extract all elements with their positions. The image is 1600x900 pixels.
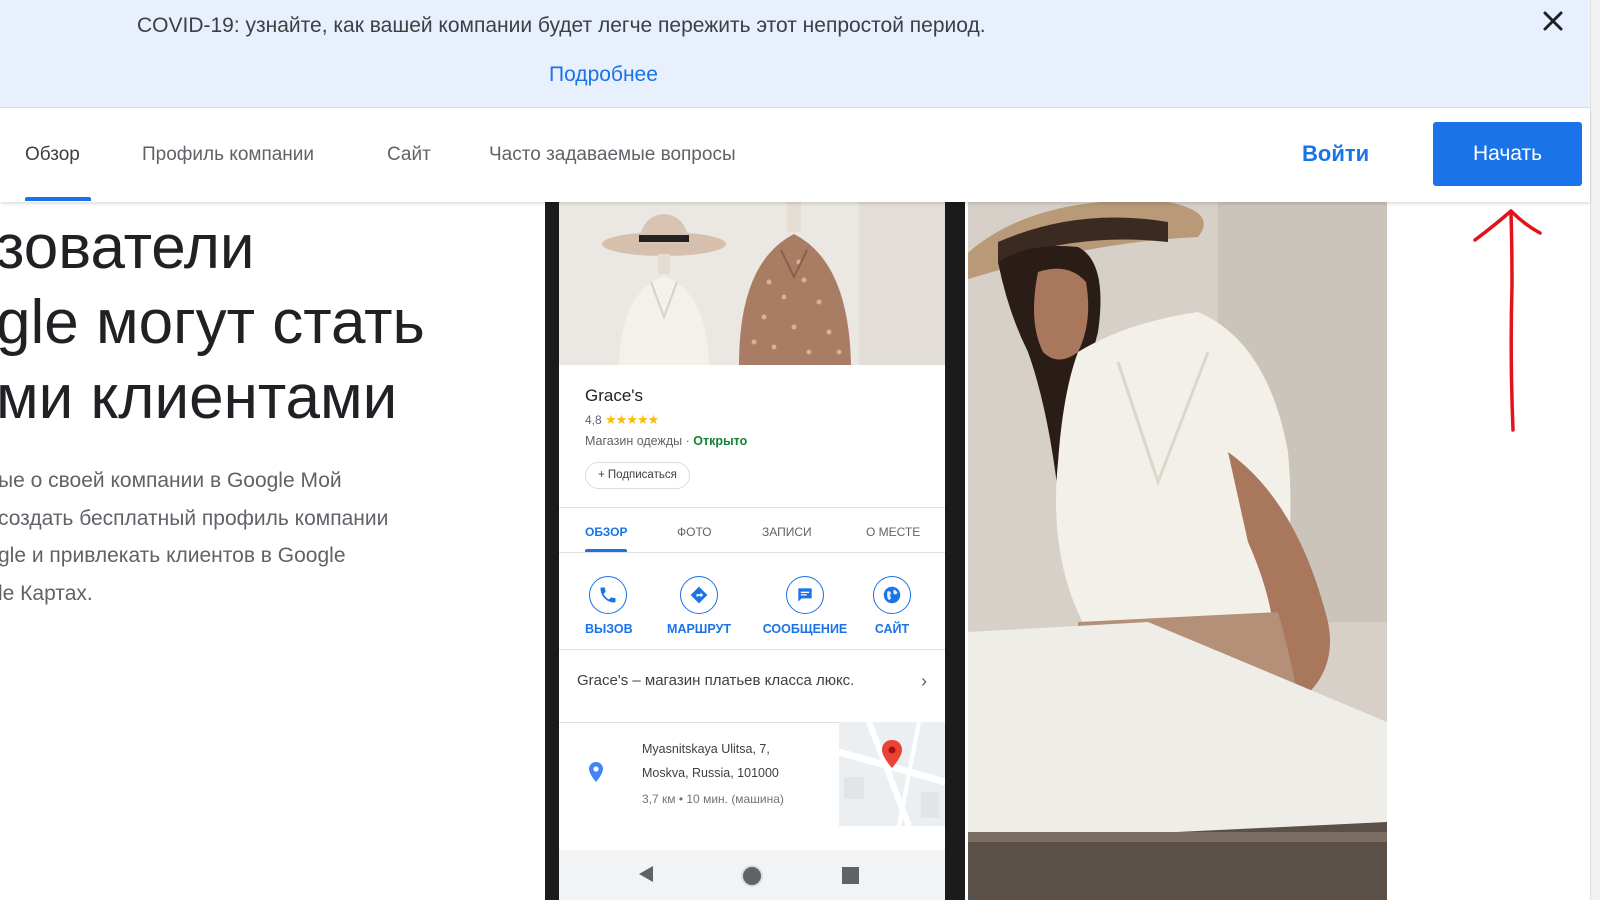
chevron-right-icon: › [921, 671, 927, 691]
description-line-1: ые о своей компании в Google Мой [0, 469, 342, 492]
headline-line-2: gle могут стать [0, 288, 425, 357]
red-arrow-annotation [1470, 205, 1550, 440]
description-line-2: создать бесплатный профиль компании [0, 506, 389, 530]
phone-tab-posts[interactable]: ЗАПИСИ [762, 525, 812, 539]
phone-tab-about[interactable]: О МЕСТЕ [866, 525, 920, 539]
directions-icon [680, 576, 718, 614]
website-action[interactable]: САЙТ [869, 576, 915, 636]
android-navigation-bar [559, 850, 945, 900]
active-tab-indicator [25, 197, 91, 201]
divider [559, 649, 945, 650]
phone-tab-overview[interactable]: ОБЗОР [585, 525, 628, 539]
message-action[interactable]: СООБЩЕНИЕ [758, 576, 852, 636]
divider [559, 552, 945, 553]
top-navigation: Обзор Профиль компании Сайт Часто задава… [0, 108, 1590, 202]
headline-line-1: зователи [0, 213, 255, 282]
message-icon [786, 576, 824, 614]
action-label: МАРШРУТ [667, 622, 731, 636]
business-category: Магазин одежды · [585, 434, 694, 448]
close-icon[interactable] [1538, 8, 1568, 38]
headline-line-3: ми клиентами [0, 363, 398, 432]
covid-banner: COVID-19: узнайте, как вашей компании бу… [0, 0, 1590, 108]
action-label: СООБЩЕНИЕ [762, 622, 848, 636]
description-line-3: gle и привлекать клиентов в Google [0, 544, 346, 567]
category-row: Магазин одежды · Открыто [585, 434, 747, 448]
home-icon[interactable] [740, 864, 764, 893]
mini-map[interactable] [839, 722, 945, 826]
globe-icon [873, 576, 911, 614]
tab-business-profile[interactable]: Профиль компании [142, 144, 314, 166]
hero-description: ые о своей компании в Google Мой создать… [0, 462, 388, 612]
back-icon[interactable] [637, 864, 655, 889]
banner-text: COVID-19: узнайте, как вашей компании бу… [137, 14, 986, 37]
rating-row: 4,8 ★★★★★ [585, 412, 659, 428]
scrollbar[interactable] [1590, 0, 1600, 900]
phone-tab-photos[interactable]: ФОТО [677, 525, 712, 539]
phone-screen: Grace's 4,8 ★★★★★ Магазин одежды · Откры… [559, 202, 945, 900]
star-rating-icon: ★★★★★ [605, 412, 659, 427]
mannequins-illustration [559, 202, 945, 365]
store-photo [559, 202, 945, 365]
tab-website[interactable]: Сайт [387, 144, 431, 166]
directions-action[interactable]: МАРШРУТ [661, 576, 737, 636]
open-status: Открыто [693, 434, 748, 448]
sign-in-link[interactable]: Войти [1302, 141, 1369, 167]
call-action[interactable]: ВЫЗОВ [585, 576, 633, 636]
hero-headline: зователи gle могут стать ми клиентами [0, 210, 425, 435]
recent-apps-icon[interactable] [842, 867, 859, 889]
distance-info: 3,7 км • 10 мин. (машина) [642, 792, 784, 806]
address-line-1: Myasnitskaya Ulitsa, 7, [642, 742, 770, 756]
description-text: Grace's – магазин платьев класса люкс. [577, 672, 855, 689]
rating-value: 4,8 [585, 413, 602, 427]
tab-faq[interactable]: Часто задаваемые вопросы [489, 144, 736, 166]
tab-overview[interactable]: Обзор [25, 144, 80, 166]
start-button[interactable]: Начать [1433, 122, 1582, 186]
business-description[interactable]: Grace's – магазин платьев класса люкс. › [577, 671, 927, 691]
phone-icon [589, 576, 627, 614]
business-name: Grace's [585, 386, 644, 405]
divider [559, 507, 945, 508]
location-pin-icon [589, 762, 603, 787]
map-preview [839, 722, 945, 826]
follow-button[interactable]: + Подписаться [585, 462, 690, 489]
address-line-2: Moskva, Russia, 101000 [642, 766, 779, 780]
close-icon-glyph [1543, 11, 1563, 31]
phone-mockup: Grace's 4,8 ★★★★★ Магазин одежды · Откры… [545, 202, 965, 900]
action-label: САЙТ [874, 622, 910, 636]
description-line-4: le Картах. [0, 581, 93, 605]
woman-at-table-image [968, 202, 1387, 900]
seamstress-photo [968, 202, 1387, 900]
banner-learn-more-link[interactable]: Подробнее [549, 63, 658, 87]
action-label: ВЫЗОВ [585, 622, 633, 636]
